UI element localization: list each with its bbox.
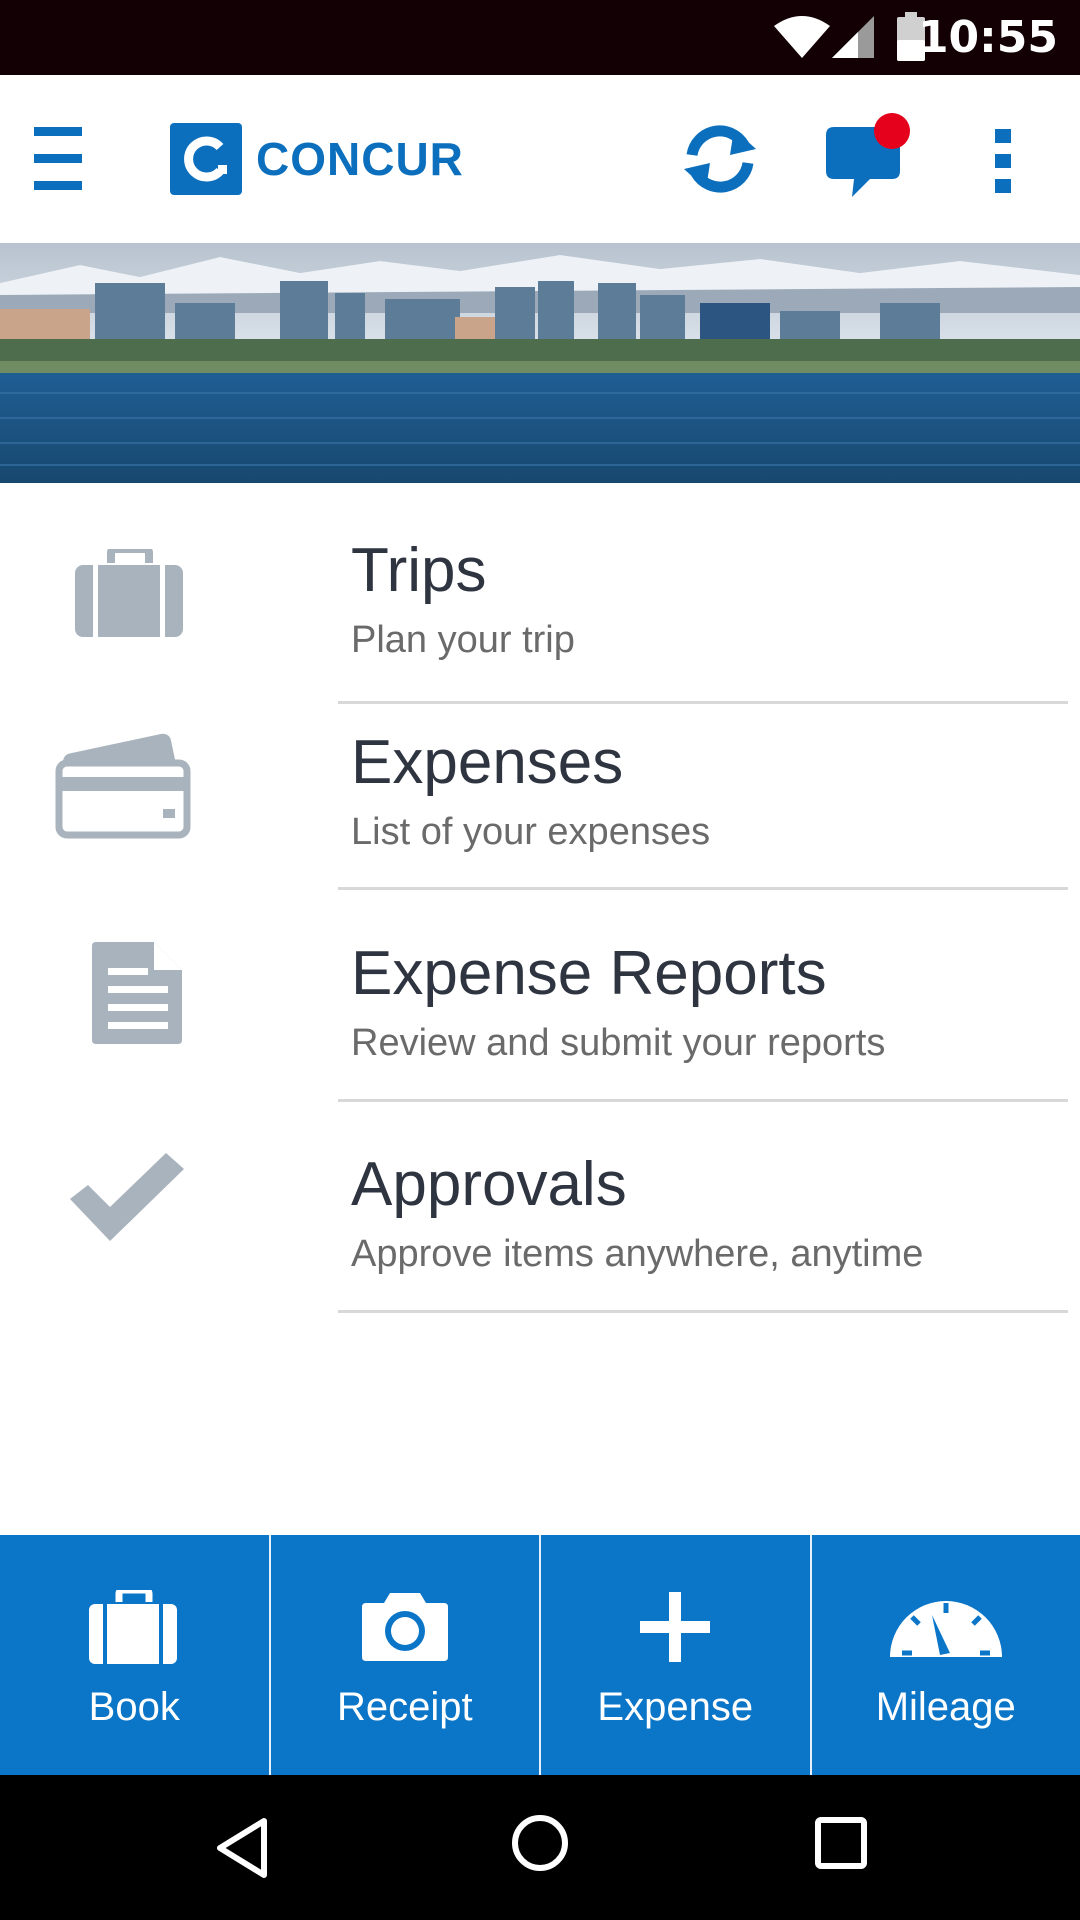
- plus-icon: [640, 1592, 711, 1662]
- menu-item-subtitle: Review and submit your reports: [351, 1022, 886, 1064]
- menu-item-approvals[interactable]: Approvals Approve items anywhere, anytim…: [0, 1101, 1080, 1313]
- briefcase-icon: [75, 549, 183, 637]
- home-icon[interactable]: [510, 1813, 570, 1873]
- briefcase-icon: [89, 1590, 178, 1664]
- expense-button[interactable]: Expense: [541, 1535, 812, 1775]
- back-icon[interactable]: [212, 1815, 272, 1881]
- recents-icon[interactable]: [814, 1816, 868, 1870]
- menu-item-expenses[interactable]: Expenses List of your expenses: [0, 705, 1080, 915]
- action-label: Book: [88, 1685, 180, 1729]
- menu-item-title: Trips: [351, 536, 487, 605]
- book-button[interactable]: Book: [0, 1535, 271, 1775]
- app-bar: CONCUR: [0, 75, 1080, 243]
- menu-item-subtitle: Plan your trip: [351, 619, 575, 661]
- speedometer-icon: [889, 1601, 1002, 1657]
- receipt-button[interactable]: Receipt: [271, 1535, 541, 1775]
- concur-logo-mark: [170, 123, 242, 195]
- divider: [338, 701, 1068, 704]
- menu-item-trips[interactable]: Trips Plan your trip: [0, 495, 1080, 705]
- menu-item-title: Expenses: [351, 728, 624, 797]
- checkmark-icon: [70, 1153, 184, 1241]
- menu-item-title: Approvals: [351, 1150, 627, 1219]
- overflow-menu-icon[interactable]: [993, 129, 1015, 195]
- divider: [338, 1310, 1068, 1313]
- credit-card-icon: [55, 733, 191, 839]
- action-label: Expense: [597, 1685, 754, 1729]
- action-label: Receipt: [336, 1685, 473, 1729]
- document-icon: [92, 942, 182, 1044]
- brand-name: CONCUR: [256, 133, 464, 185]
- menu-item-subtitle: List of your expenses: [351, 811, 711, 853]
- cellular-signal-icon: [832, 16, 874, 58]
- status-bar: 10:55: [0, 0, 1080, 75]
- mileage-button[interactable]: Mileage: [812, 1535, 1080, 1775]
- wifi-icon: [774, 16, 830, 58]
- system-navigation-bar: [0, 1775, 1080, 1920]
- camera-icon: [361, 1593, 448, 1661]
- city-skyline-banner: [0, 243, 1080, 483]
- hamburger-menu-icon[interactable]: [34, 125, 84, 193]
- concur-logo: CONCUR: [170, 123, 464, 195]
- quick-action-bar: Book Receipt Expense Mileage: [0, 1535, 1080, 1775]
- menu-item-title: Expense Reports: [351, 939, 827, 1008]
- menu-item-subtitle: Approve items anywhere, anytime: [351, 1233, 924, 1275]
- messages-icon[interactable]: [822, 111, 914, 203]
- action-label: Mileage: [875, 1685, 1016, 1729]
- sync-icon[interactable]: [678, 119, 762, 199]
- clock-time: 10:55: [917, 12, 1058, 63]
- menu-item-expense-reports[interactable]: Expense Reports Review and submit your r…: [0, 890, 1080, 1102]
